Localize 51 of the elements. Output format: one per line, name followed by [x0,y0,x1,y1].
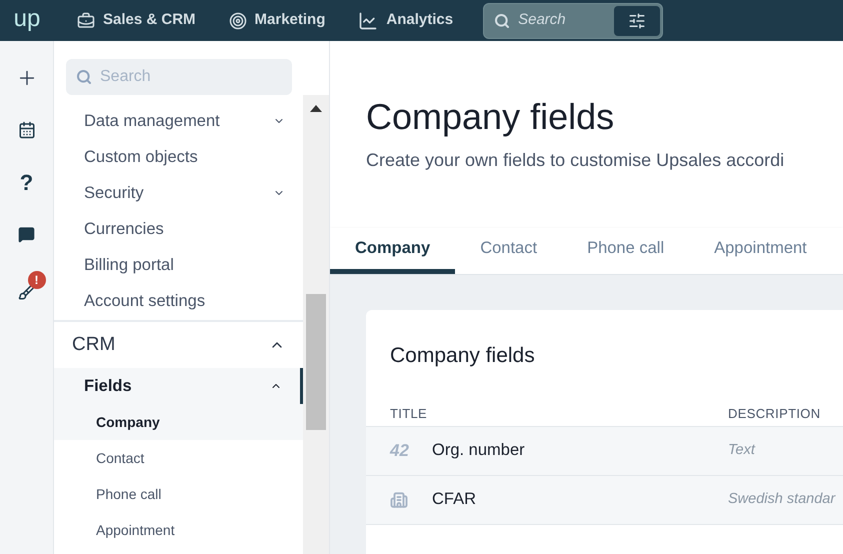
card-title: Company fields [389,343,536,369]
sidebar-item[interactable]: Security [54,175,304,211]
search-input[interactable]: Search [100,65,280,89]
scroll-up-arrow-icon[interactable] [310,105,322,112]
logo: up [12,6,42,30]
sidebar-item[interactable]: Currencies [54,211,304,247]
field-title: Org. number [432,440,526,462]
page-subtitle: Create your own fields to customise Upsales accordi [366,149,786,172]
tab[interactable]: Phone call [562,228,690,274]
sliders-icon [628,12,646,30]
sidebar-item[interactable]: Billing portal [54,247,304,283]
tab[interactable]: Contact [455,228,562,274]
brush-icon [18,283,36,301]
field-description: Swedish standar [728,490,836,509]
number-type-icon: 42 [390,440,409,460]
search-icon [76,69,92,85]
global-search-field[interactable]: Search [483,2,664,38]
nav-item[interactable]: Analytics [358,9,454,32]
section-header[interactable]: CRM [54,322,304,368]
briefcase-icon [77,12,95,30]
search-icon [494,12,510,28]
sidebar-subitem[interactable]: Appointment [54,512,304,548]
target-icon [228,12,247,30]
calendar-icon [18,121,36,139]
sidebar-subitem[interactable]: Company [54,404,304,440]
table-row[interactable]: 42 Org. number Text [366,426,843,474]
column-header: TITLE [389,404,428,423]
nav-item[interactable]: Sales & CRM [77,9,196,32]
search-input[interactable]: Search [518,9,598,32]
page-title: Company fields [366,95,616,139]
line-chart-icon [358,10,378,30]
field-description: Text [728,440,755,460]
nav-item[interactable]: Marketing [228,9,326,32]
building-icon [390,490,408,508]
help-button[interactable]: ? [0,156,53,208]
sidebar-item[interactable]: Custom objects [54,139,304,175]
sidebar-search-field[interactable]: Search [66,59,292,95]
sidebar-group[interactable]: Fields [54,368,304,404]
filter-button[interactable] [614,6,660,36]
tab[interactable]: Appointment [689,228,832,274]
sidebar-subitem[interactable]: Contact [54,440,304,476]
table-row[interactable]: CFAR Swedish standar [366,474,843,524]
alert-badge: ! [28,271,46,289]
sidebar-item[interactable]: Account settings [54,283,304,319]
column-header: DESCRIPTION [728,404,820,423]
chat-icon [18,226,35,242]
cleanup-button[interactable]: ! [18,271,46,301]
sidebar-subitem[interactable]: Phone call [54,476,304,512]
scrollbar-thumb[interactable] [306,294,326,430]
field-title: CFAR [432,489,478,510]
sidebar-item[interactable]: Data management [54,103,304,139]
